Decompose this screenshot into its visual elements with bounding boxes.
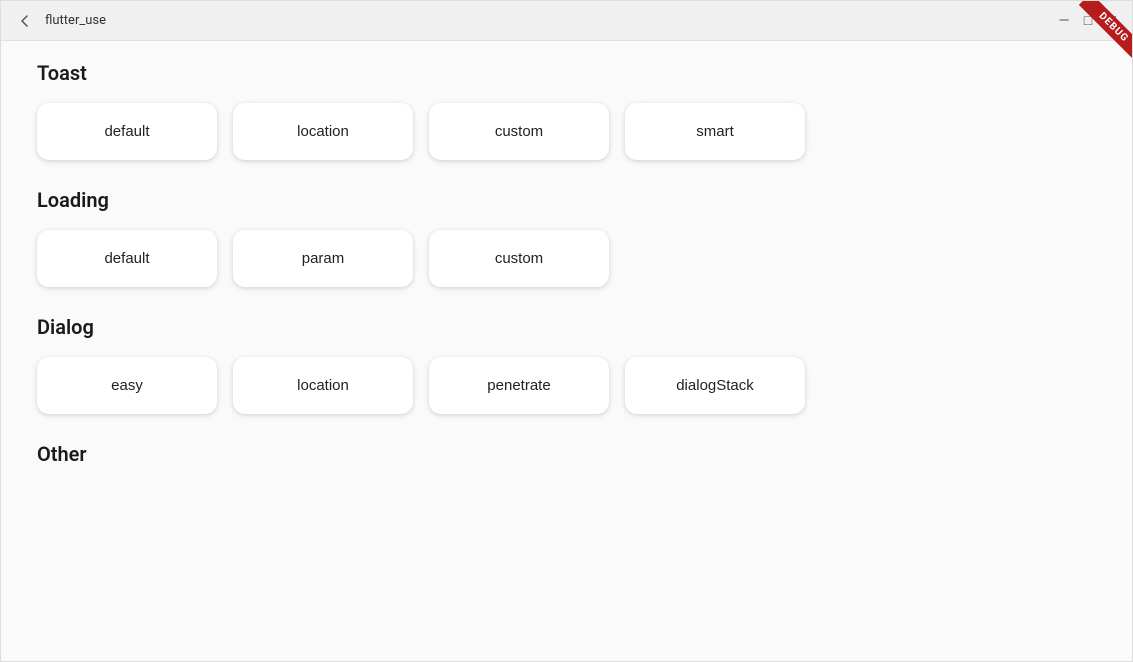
loading-custom-button[interactable]: custom [429, 230, 609, 287]
dialog-easy-button[interactable]: easy [37, 357, 217, 414]
other-section-title: Other [37, 442, 1096, 466]
titlebar: flutter_use — □ ✕ [1, 1, 1132, 41]
dialog-stack-button[interactable]: dialogStack [625, 357, 805, 414]
toast-section: Toast default location custom smart [37, 61, 1096, 160]
dialog-section: Dialog easy location penetrate dialogSta… [37, 315, 1096, 414]
toast-smart-button[interactable]: smart [625, 103, 805, 160]
other-section: Other [37, 442, 1096, 484]
toast-custom-button[interactable]: custom [429, 103, 609, 160]
loading-section: Loading default param custom [37, 188, 1096, 287]
toast-default-button[interactable]: default [37, 103, 217, 160]
dialog-penetrate-button[interactable]: penetrate [429, 357, 609, 414]
dialog-button-row: easy location penetrate dialogStack [37, 357, 1096, 414]
loading-default-button[interactable]: default [37, 230, 217, 287]
main-content: Toast default location custom smart Load… [1, 41, 1132, 661]
app-window: flutter_use — □ ✕ DEBUG Toast default lo… [0, 0, 1133, 662]
toast-button-row: default location custom smart [37, 103, 1096, 160]
minimize-button[interactable]: — [1056, 13, 1072, 29]
window-controls: — □ ✕ [1056, 13, 1120, 29]
loading-section-title: Loading [37, 188, 1096, 212]
dialog-section-title: Dialog [37, 315, 1096, 339]
window-title: flutter_use [45, 13, 106, 28]
toast-location-button[interactable]: location [233, 103, 413, 160]
close-button[interactable]: ✕ [1104, 13, 1120, 29]
back-button[interactable] [13, 9, 37, 33]
toast-section-title: Toast [37, 61, 1096, 85]
loading-param-button[interactable]: param [233, 230, 413, 287]
dialog-location-button[interactable]: location [233, 357, 413, 414]
loading-button-row: default param custom [37, 230, 1096, 287]
maximize-button[interactable]: □ [1080, 13, 1096, 29]
